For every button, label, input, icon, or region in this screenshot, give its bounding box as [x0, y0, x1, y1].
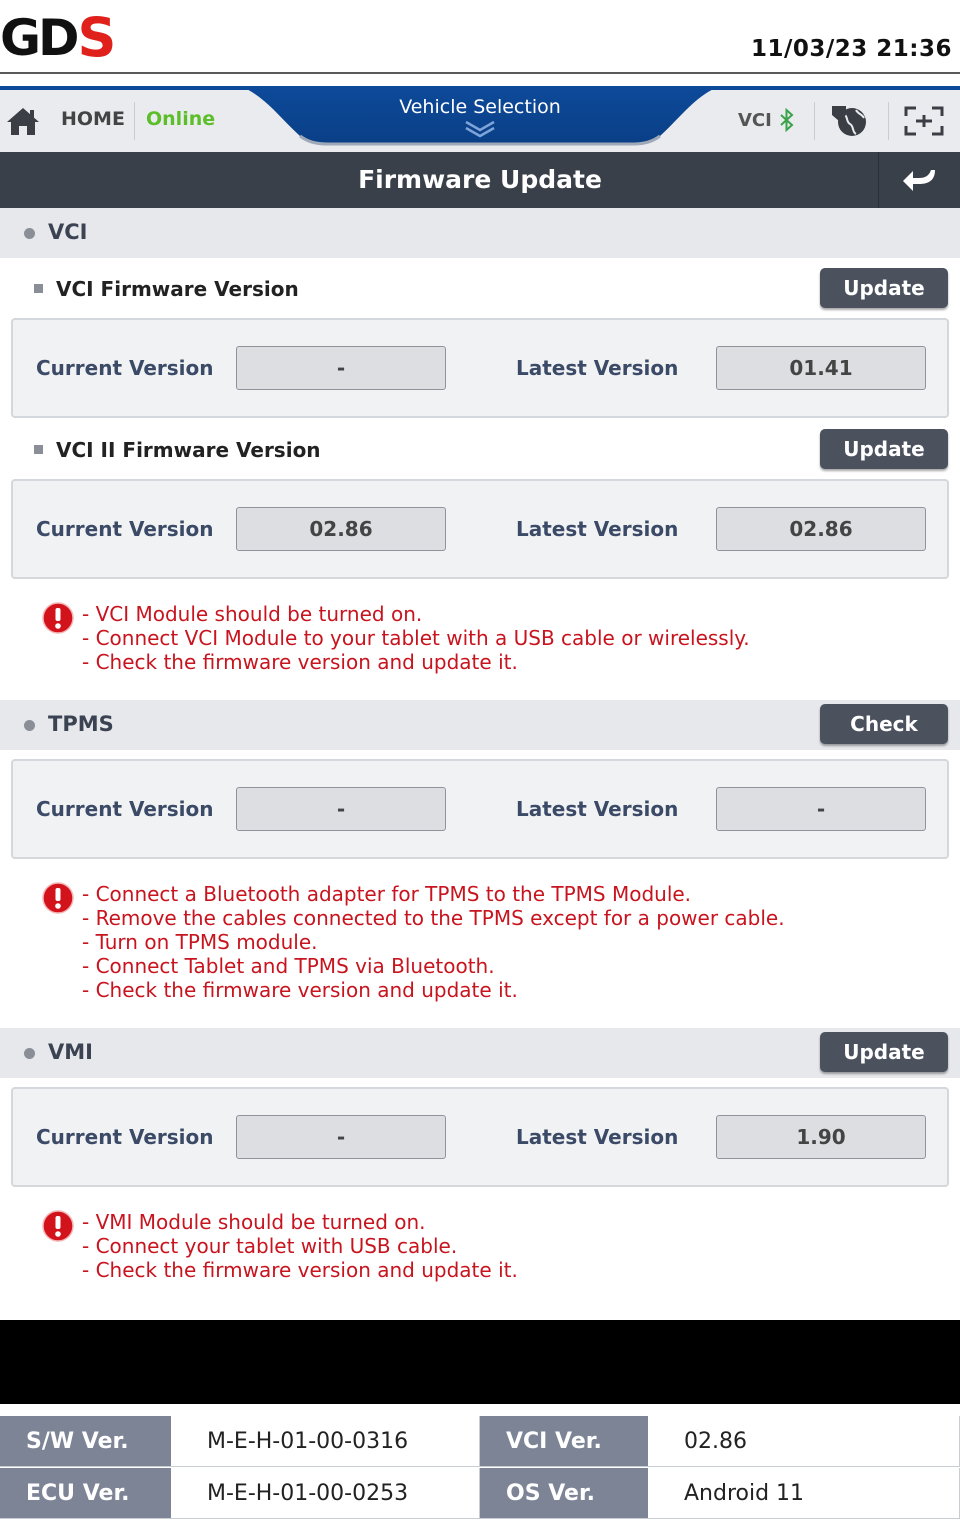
- bullet-icon: [24, 720, 35, 731]
- current-version-label: Current Version: [36, 1125, 214, 1149]
- nav-divider: [814, 102, 815, 140]
- current-version-field: -: [236, 1115, 446, 1159]
- current-version-field: -: [236, 346, 446, 390]
- warning-line: - Remove the cables connected to the TPM…: [82, 906, 785, 930]
- bullet-icon: [34, 445, 43, 454]
- warning-icon: [42, 882, 74, 914]
- latest-version-label: Latest Version: [516, 797, 679, 821]
- nav-bar: HOME Online Vehicle Selection VCI: [0, 86, 960, 152]
- tpms-version-box: Current Version - Latest Version -: [11, 759, 949, 859]
- vmi-update-button[interactable]: Update: [820, 1032, 948, 1072]
- current-version-field: 02.86: [236, 507, 446, 551]
- sw-version-value: M-E-H-01-00-0316: [171, 1416, 480, 1467]
- vci-status-label[interactable]: VCI: [738, 110, 772, 131]
- section-vmi: VMI: [0, 1028, 960, 1078]
- vmi-version-box: Current Version - Latest Version 1.90: [11, 1087, 949, 1187]
- scan-icon[interactable]: [904, 106, 944, 136]
- vci2-version-box: Current Version 02.86 Latest Version 02.…: [11, 479, 949, 579]
- warning-line: - VCI Module should be turned on.: [82, 602, 423, 626]
- back-arrow-icon: [903, 170, 935, 191]
- section-label: TPMS: [48, 712, 114, 736]
- current-version-label: Current Version: [36, 797, 214, 821]
- datetime: 11/03/23 21:36: [750, 36, 952, 62]
- sw-version-key: S/W Ver.: [0, 1416, 171, 1467]
- os-version-value: Android 11: [648, 1468, 960, 1519]
- latest-version-field: 02.86: [716, 507, 926, 551]
- ecu-version-value: M-E-H-01-00-0253: [171, 1468, 480, 1519]
- chevron-down-icon[interactable]: [464, 120, 496, 138]
- page-title: Firmware Update: [358, 165, 602, 194]
- latest-version-label: Latest Version: [516, 517, 679, 541]
- vci-firmware-header: VCI Firmware Version: [0, 268, 960, 310]
- section-tpms: TPMS: [0, 700, 960, 750]
- bluetooth-icon: [780, 108, 794, 132]
- ecu-version-key: ECU Ver.: [0, 1468, 171, 1519]
- warning-line: - Turn on TPMS module.: [82, 930, 318, 954]
- version-info-footer: S/W Ver. M-E-H-01-00-0316 VCI Ver. 02.86…: [0, 1416, 960, 1536]
- warning-line: - Check the firmware version and update …: [82, 1258, 518, 1282]
- vci-update-button[interactable]: Update: [820, 268, 948, 308]
- current-version-label: Current Version: [36, 517, 214, 541]
- firmware-update-screen: GD S 11/03/23 21:36 HOME Online Vehicle S…: [0, 0, 960, 1536]
- warning-line: - Check the firmware version and update …: [82, 978, 518, 1002]
- tpms-check-button[interactable]: Check: [820, 704, 948, 744]
- gds-logo: GD S: [0, 6, 117, 69]
- vehicle-selection-button[interactable]: Vehicle Selection: [0, 96, 960, 118]
- warning-line: - VMI Module should be turned on.: [82, 1210, 426, 1234]
- bullet-icon: [34, 284, 43, 293]
- nav-divider: [888, 102, 889, 140]
- subsection-label: VCI II Firmware Version: [56, 438, 321, 462]
- black-band: [0, 1320, 960, 1404]
- warning-line: - Connect your tablet with USB cable.: [82, 1234, 458, 1258]
- warning-icon: [42, 1210, 74, 1242]
- latest-version-field: -: [716, 787, 926, 831]
- app-header: GD S 11/03/23 21:36: [0, 0, 960, 74]
- warning-line: - Connect Tablet and TPMS via Bluetooth.: [82, 954, 495, 978]
- section-vci: VCI: [0, 208, 960, 258]
- section-label: VMI: [48, 1040, 93, 1064]
- vci-version-value: 02.86: [648, 1416, 960, 1467]
- os-version-key: OS Ver.: [480, 1468, 648, 1519]
- current-version-field: -: [236, 787, 446, 831]
- latest-version-label: Latest Version: [516, 356, 679, 380]
- vci-version-box: Current Version - Latest Version 01.41: [11, 318, 949, 418]
- subsection-label: VCI Firmware Version: [56, 277, 299, 301]
- warning-line: - Check the firmware version and update …: [82, 650, 518, 674]
- bullet-icon: [24, 228, 35, 239]
- warning-line: - Connect a Bluetooth adapter for TPMS t…: [82, 882, 692, 906]
- latest-version-field: 1.90: [716, 1115, 926, 1159]
- latest-version-field: 01.41: [716, 346, 926, 390]
- warning-icon: [42, 602, 74, 634]
- section-label: VCI: [48, 220, 88, 244]
- title-bar: Firmware Update: [0, 152, 960, 208]
- current-version-label: Current Version: [36, 356, 214, 380]
- vci-version-key: VCI Ver.: [480, 1416, 648, 1467]
- warning-line: - Connect VCI Module to your tablet with…: [82, 626, 750, 650]
- bullet-icon: [24, 1048, 35, 1059]
- latest-version-label: Latest Version: [516, 1125, 679, 1149]
- vci2-firmware-header: VCI II Firmware Version: [0, 429, 960, 471]
- globe-icon[interactable]: [830, 102, 872, 140]
- vci2-update-button[interactable]: Update: [820, 429, 948, 469]
- back-button[interactable]: [878, 152, 960, 208]
